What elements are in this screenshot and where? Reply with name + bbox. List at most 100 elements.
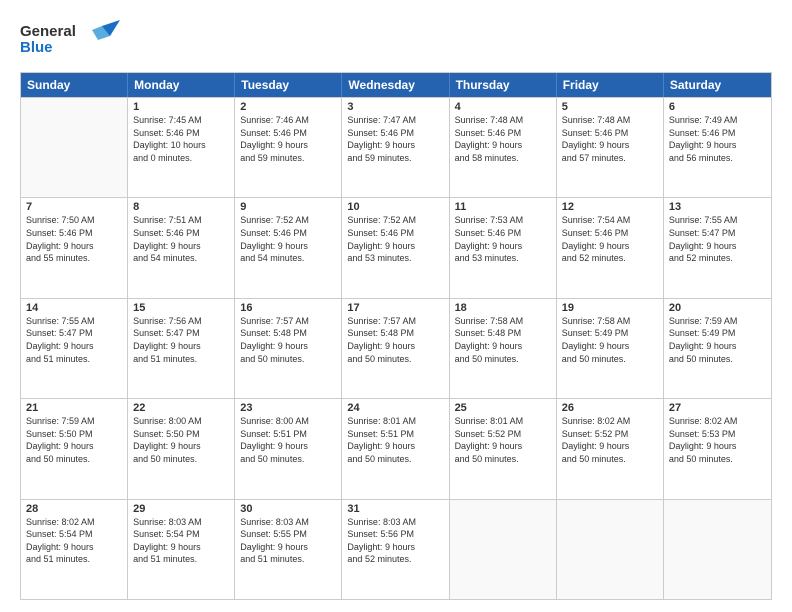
day-number: 15 bbox=[133, 302, 229, 314]
calendar-cell: 15Sunrise: 7:56 AM Sunset: 5:47 PM Dayli… bbox=[128, 299, 235, 398]
weekday-header-thursday: Thursday bbox=[450, 73, 557, 97]
calendar-cell: 24Sunrise: 8:01 AM Sunset: 5:51 PM Dayli… bbox=[342, 399, 449, 498]
day-info: Sunrise: 7:57 AM Sunset: 5:48 PM Dayligh… bbox=[347, 315, 443, 365]
day-info: Sunrise: 7:53 AM Sunset: 5:46 PM Dayligh… bbox=[455, 214, 551, 264]
day-info: Sunrise: 8:00 AM Sunset: 5:51 PM Dayligh… bbox=[240, 415, 336, 465]
calendar-cell: 30Sunrise: 8:03 AM Sunset: 5:55 PM Dayli… bbox=[235, 500, 342, 599]
calendar-cell: 10Sunrise: 7:52 AM Sunset: 5:46 PM Dayli… bbox=[342, 198, 449, 297]
day-info: Sunrise: 7:52 AM Sunset: 5:46 PM Dayligh… bbox=[240, 214, 336, 264]
calendar-cell bbox=[21, 98, 128, 197]
calendar-cell: 29Sunrise: 8:03 AM Sunset: 5:54 PM Dayli… bbox=[128, 500, 235, 599]
weekday-header-wednesday: Wednesday bbox=[342, 73, 449, 97]
day-number: 23 bbox=[240, 402, 336, 414]
day-number: 17 bbox=[347, 302, 443, 314]
day-number: 6 bbox=[669, 101, 766, 113]
day-number: 1 bbox=[133, 101, 229, 113]
day-number: 12 bbox=[562, 201, 658, 213]
day-info: Sunrise: 7:46 AM Sunset: 5:46 PM Dayligh… bbox=[240, 114, 336, 164]
day-info: Sunrise: 7:49 AM Sunset: 5:46 PM Dayligh… bbox=[669, 114, 766, 164]
calendar-cell: 9Sunrise: 7:52 AM Sunset: 5:46 PM Daylig… bbox=[235, 198, 342, 297]
calendar-cell: 1Sunrise: 7:45 AM Sunset: 5:46 PM Daylig… bbox=[128, 98, 235, 197]
day-info: Sunrise: 7:57 AM Sunset: 5:48 PM Dayligh… bbox=[240, 315, 336, 365]
weekday-header-monday: Monday bbox=[128, 73, 235, 97]
calendar-row-2: 14Sunrise: 7:55 AM Sunset: 5:47 PM Dayli… bbox=[21, 298, 771, 398]
day-info: Sunrise: 7:59 AM Sunset: 5:49 PM Dayligh… bbox=[669, 315, 766, 365]
day-number: 18 bbox=[455, 302, 551, 314]
calendar-cell: 11Sunrise: 7:53 AM Sunset: 5:46 PM Dayli… bbox=[450, 198, 557, 297]
day-info: Sunrise: 7:55 AM Sunset: 5:47 PM Dayligh… bbox=[26, 315, 122, 365]
day-number: 10 bbox=[347, 201, 443, 213]
day-number: 22 bbox=[133, 402, 229, 414]
day-info: Sunrise: 7:55 AM Sunset: 5:47 PM Dayligh… bbox=[669, 214, 766, 264]
weekday-header-sunday: Sunday bbox=[21, 73, 128, 97]
calendar-cell: 19Sunrise: 7:58 AM Sunset: 5:49 PM Dayli… bbox=[557, 299, 664, 398]
day-number: 7 bbox=[26, 201, 122, 213]
calendar-cell bbox=[664, 500, 771, 599]
calendar-header: SundayMondayTuesdayWednesdayThursdayFrid… bbox=[21, 73, 771, 97]
calendar-row-0: 1Sunrise: 7:45 AM Sunset: 5:46 PM Daylig… bbox=[21, 97, 771, 197]
calendar-cell: 2Sunrise: 7:46 AM Sunset: 5:46 PM Daylig… bbox=[235, 98, 342, 197]
calendar-row-1: 7Sunrise: 7:50 AM Sunset: 5:46 PM Daylig… bbox=[21, 197, 771, 297]
day-number: 13 bbox=[669, 201, 766, 213]
calendar-cell: 4Sunrise: 7:48 AM Sunset: 5:46 PM Daylig… bbox=[450, 98, 557, 197]
day-info: Sunrise: 8:00 AM Sunset: 5:50 PM Dayligh… bbox=[133, 415, 229, 465]
day-number: 5 bbox=[562, 101, 658, 113]
day-number: 16 bbox=[240, 302, 336, 314]
day-number: 8 bbox=[133, 201, 229, 213]
weekday-header-saturday: Saturday bbox=[664, 73, 771, 97]
calendar-cell: 5Sunrise: 7:48 AM Sunset: 5:46 PM Daylig… bbox=[557, 98, 664, 197]
day-number: 28 bbox=[26, 503, 122, 515]
calendar-row-4: 28Sunrise: 8:02 AM Sunset: 5:54 PM Dayli… bbox=[21, 499, 771, 599]
day-number: 11 bbox=[455, 201, 551, 213]
weekday-header-tuesday: Tuesday bbox=[235, 73, 342, 97]
day-number: 26 bbox=[562, 402, 658, 414]
weekday-header-friday: Friday bbox=[557, 73, 664, 97]
day-number: 31 bbox=[347, 503, 443, 515]
day-info: Sunrise: 7:58 AM Sunset: 5:49 PM Dayligh… bbox=[562, 315, 658, 365]
day-info: Sunrise: 8:03 AM Sunset: 5:55 PM Dayligh… bbox=[240, 516, 336, 566]
day-number: 19 bbox=[562, 302, 658, 314]
day-number: 21 bbox=[26, 402, 122, 414]
logo-wordmark: General Blue bbox=[20, 18, 120, 62]
day-info: Sunrise: 7:48 AM Sunset: 5:46 PM Dayligh… bbox=[455, 114, 551, 164]
svg-text:Blue: Blue bbox=[20, 39, 53, 56]
day-info: Sunrise: 8:03 AM Sunset: 5:54 PM Dayligh… bbox=[133, 516, 229, 566]
calendar-cell: 31Sunrise: 8:03 AM Sunset: 5:56 PM Dayli… bbox=[342, 500, 449, 599]
day-info: Sunrise: 7:52 AM Sunset: 5:46 PM Dayligh… bbox=[347, 214, 443, 264]
day-number: 29 bbox=[133, 503, 229, 515]
day-info: Sunrise: 8:01 AM Sunset: 5:52 PM Dayligh… bbox=[455, 415, 551, 465]
day-info: Sunrise: 8:02 AM Sunset: 5:52 PM Dayligh… bbox=[562, 415, 658, 465]
day-number: 3 bbox=[347, 101, 443, 113]
day-info: Sunrise: 7:56 AM Sunset: 5:47 PM Dayligh… bbox=[133, 315, 229, 365]
page: General Blue SundayMondayTuesdayWednesda… bbox=[0, 0, 792, 612]
header: General Blue bbox=[20, 18, 772, 62]
calendar-body: 1Sunrise: 7:45 AM Sunset: 5:46 PM Daylig… bbox=[21, 97, 771, 599]
day-number: 30 bbox=[240, 503, 336, 515]
day-info: Sunrise: 8:03 AM Sunset: 5:56 PM Dayligh… bbox=[347, 516, 443, 566]
day-number: 14 bbox=[26, 302, 122, 314]
day-info: Sunrise: 7:45 AM Sunset: 5:46 PM Dayligh… bbox=[133, 114, 229, 164]
day-number: 20 bbox=[669, 302, 766, 314]
day-info: Sunrise: 7:50 AM Sunset: 5:46 PM Dayligh… bbox=[26, 214, 122, 264]
calendar-cell: 22Sunrise: 8:00 AM Sunset: 5:50 PM Dayli… bbox=[128, 399, 235, 498]
svg-text:General: General bbox=[20, 23, 76, 40]
day-info: Sunrise: 7:59 AM Sunset: 5:50 PM Dayligh… bbox=[26, 415, 122, 465]
day-info: Sunrise: 8:01 AM Sunset: 5:51 PM Dayligh… bbox=[347, 415, 443, 465]
day-info: Sunrise: 7:54 AM Sunset: 5:46 PM Dayligh… bbox=[562, 214, 658, 264]
day-number: 24 bbox=[347, 402, 443, 414]
calendar-cell: 16Sunrise: 7:57 AM Sunset: 5:48 PM Dayli… bbox=[235, 299, 342, 398]
day-number: 27 bbox=[669, 402, 766, 414]
calendar-cell: 14Sunrise: 7:55 AM Sunset: 5:47 PM Dayli… bbox=[21, 299, 128, 398]
day-number: 25 bbox=[455, 402, 551, 414]
day-info: Sunrise: 8:02 AM Sunset: 5:54 PM Dayligh… bbox=[26, 516, 122, 566]
calendar-cell: 12Sunrise: 7:54 AM Sunset: 5:46 PM Dayli… bbox=[557, 198, 664, 297]
calendar-cell bbox=[450, 500, 557, 599]
calendar-cell: 20Sunrise: 7:59 AM Sunset: 5:49 PM Dayli… bbox=[664, 299, 771, 398]
calendar-cell: 8Sunrise: 7:51 AM Sunset: 5:46 PM Daylig… bbox=[128, 198, 235, 297]
day-number: 2 bbox=[240, 101, 336, 113]
calendar-cell: 17Sunrise: 7:57 AM Sunset: 5:48 PM Dayli… bbox=[342, 299, 449, 398]
calendar-cell: 13Sunrise: 7:55 AM Sunset: 5:47 PM Dayli… bbox=[664, 198, 771, 297]
calendar: SundayMondayTuesdayWednesdayThursdayFrid… bbox=[20, 72, 772, 600]
calendar-cell: 27Sunrise: 8:02 AM Sunset: 5:53 PM Dayli… bbox=[664, 399, 771, 498]
calendar-cell: 21Sunrise: 7:59 AM Sunset: 5:50 PM Dayli… bbox=[21, 399, 128, 498]
